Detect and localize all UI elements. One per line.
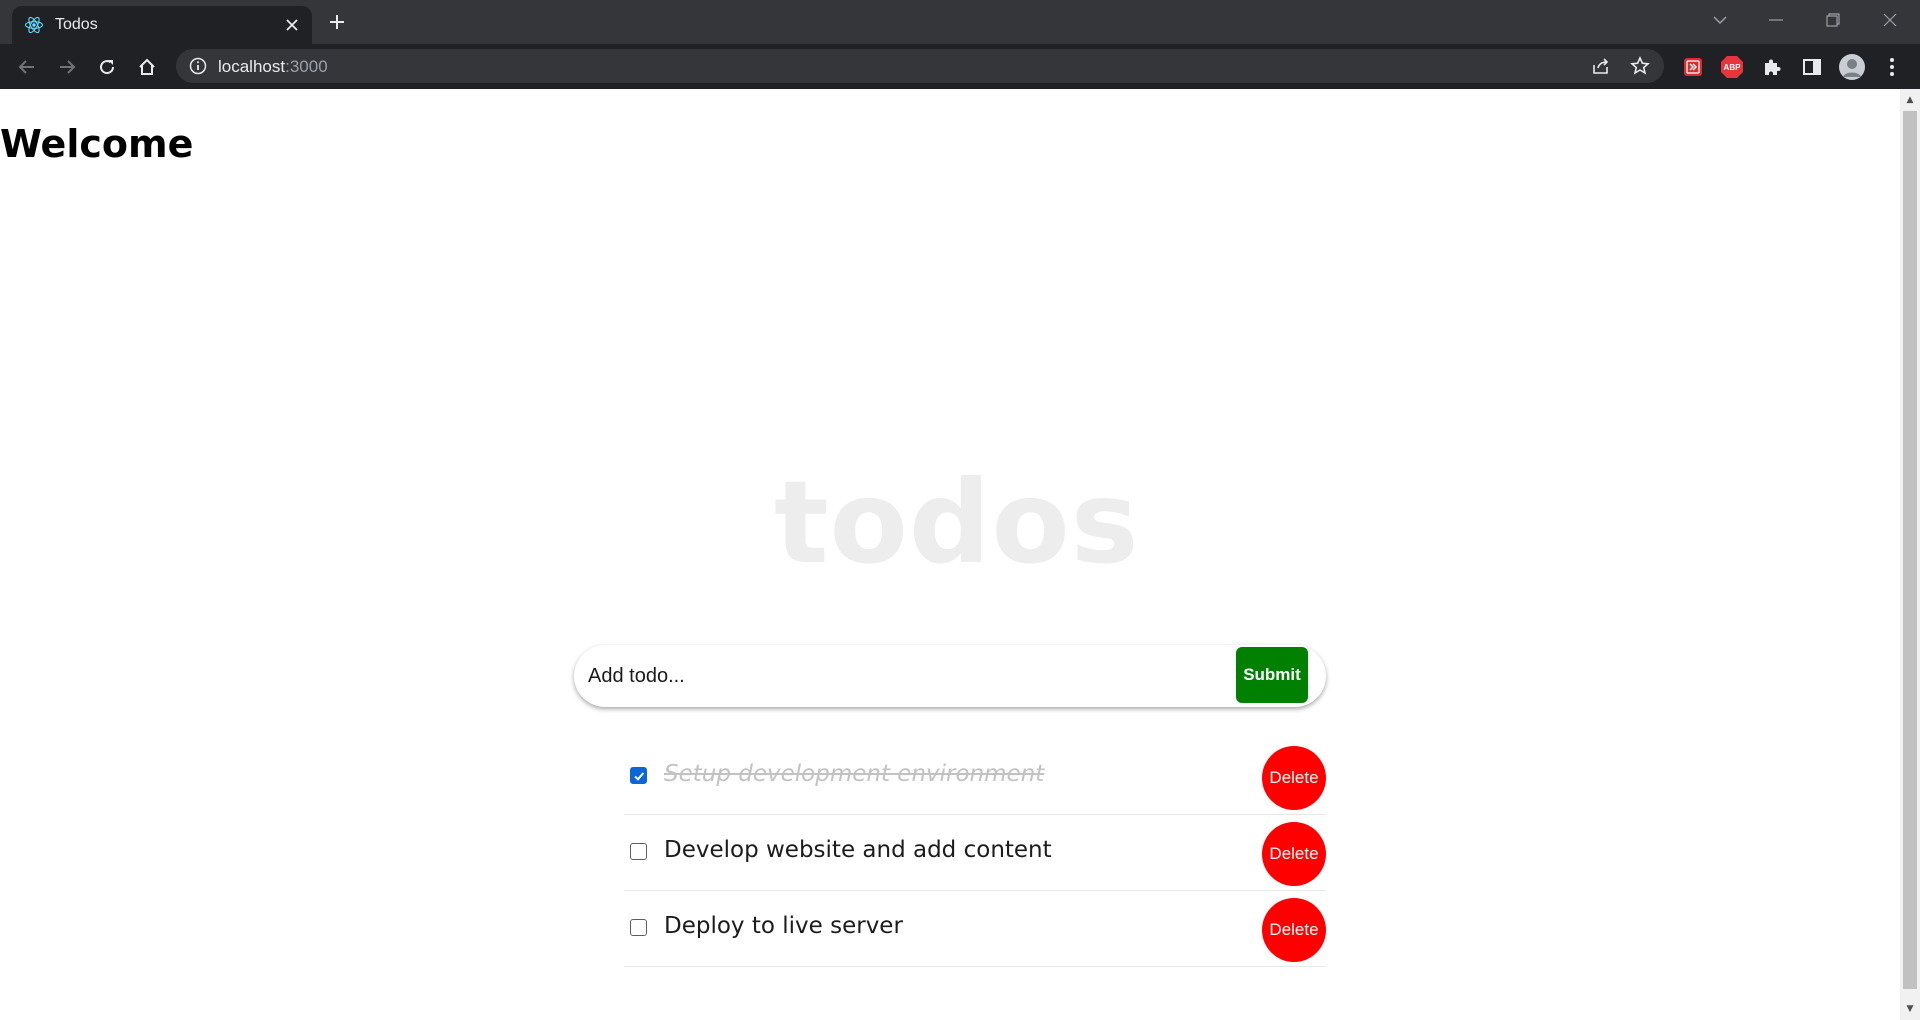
add-todo-input[interactable]	[588, 653, 1228, 699]
back-icon[interactable]	[12, 52, 42, 82]
todo-checkbox[interactable]	[630, 843, 647, 860]
close-window-icon[interactable]	[1870, 4, 1910, 36]
scroll-down-arrow-icon[interactable]: ▼	[1905, 1004, 1915, 1014]
extensions-puzzle-icon[interactable]	[1758, 53, 1786, 81]
todo-text: Deploy to live server	[664, 913, 903, 939]
scrollbar-thumb[interactable]	[1903, 111, 1917, 989]
new-tab-button[interactable]	[323, 8, 351, 36]
todo-item: Deploy to live server Delete	[624, 891, 1326, 967]
tab-title: Todos	[55, 16, 98, 33]
delete-button[interactable]: Delete	[1262, 898, 1326, 962]
abp-label: ABP	[1724, 63, 1742, 72]
browser-tab-todos[interactable]: Todos	[12, 6, 312, 44]
tab-search-icon[interactable]	[1700, 4, 1740, 36]
menu-kebab-icon[interactable]	[1878, 53, 1906, 81]
todo-checkbox-checked[interactable]	[630, 767, 647, 784]
home-icon[interactable]	[132, 52, 162, 82]
todo-text: Develop website and add content	[664, 837, 1052, 863]
checkmark-icon	[633, 771, 644, 781]
address-bar[interactable]: localhost:3000	[176, 49, 1664, 83]
extension-red-icon[interactable]	[1679, 53, 1707, 81]
todo-text: Setup development environment	[664, 761, 1045, 787]
bookmark-star-icon[interactable]	[1628, 55, 1652, 77]
forward-icon[interactable]	[52, 52, 82, 82]
url-port: :3000	[285, 57, 328, 76]
adblock-plus-icon[interactable]: ABP	[1718, 53, 1746, 81]
profile-avatar[interactable]	[1838, 53, 1866, 81]
browser-tab-strip: Todos	[0, 0, 1920, 44]
delete-button[interactable]: Delete	[1262, 746, 1326, 810]
todo-list: Setup development environment Delete Dev…	[624, 739, 1326, 967]
restore-window-icon[interactable]	[1813, 4, 1853, 36]
site-info-icon[interactable]	[189, 57, 207, 75]
add-todo-form: Submit	[574, 645, 1326, 707]
page-viewport: Welcome todos Submit Setup development e…	[0, 89, 1900, 1020]
minimize-icon[interactable]	[1756, 4, 1796, 36]
url-host: localhost	[218, 57, 286, 76]
delete-button[interactable]: Delete	[1262, 822, 1326, 886]
submit-button[interactable]: Submit	[1236, 647, 1308, 703]
todo-item: Setup development environment Delete	[624, 739, 1326, 815]
browser-toolbar: localhost:3000 ABP	[0, 44, 1920, 89]
todo-item: Develop website and add content Delete	[624, 815, 1326, 891]
vertical-scrollbar[interactable]: ▲ ▼	[1900, 89, 1920, 1020]
page-heading: Welcome	[0, 122, 194, 166]
close-tab-icon[interactable]	[280, 13, 304, 37]
todo-checkbox[interactable]	[630, 919, 647, 936]
share-icon[interactable]	[1589, 55, 1613, 77]
side-panel-icon[interactable]	[1798, 53, 1826, 81]
react-icon	[24, 15, 44, 35]
url-text: localhost:3000	[218, 57, 328, 77]
scroll-up-arrow-icon[interactable]: ▲	[1905, 95, 1915, 105]
app-title: todos	[774, 456, 1140, 589]
reload-icon[interactable]	[92, 52, 122, 82]
